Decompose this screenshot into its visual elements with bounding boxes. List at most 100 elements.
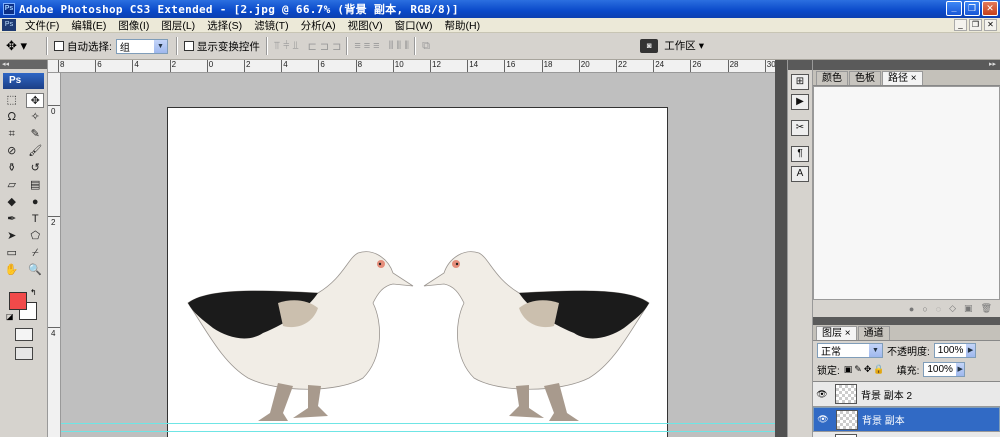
tab-layers[interactable]: 图层 × bbox=[816, 326, 857, 340]
eraser-tool-icon[interactable]: ▱ bbox=[3, 178, 21, 193]
panel-grip[interactable]: ▸▸ bbox=[813, 60, 1000, 70]
move-tool-icon[interactable]: ✥ bbox=[26, 93, 45, 108]
load-selection-icon[interactable]: ◌ bbox=[936, 304, 941, 314]
tab-swatches[interactable]: 色板 bbox=[849, 71, 881, 85]
lock-options-icons[interactable]: ▣✎✥🔒 bbox=[844, 364, 887, 375]
horizontal-guide[interactable] bbox=[61, 423, 775, 424]
tool-presets-icon[interactable]: ✂ bbox=[791, 120, 809, 136]
menu-view[interactable]: 视图(V) bbox=[342, 18, 389, 33]
restore-button[interactable]: ❐ bbox=[964, 1, 980, 16]
blend-mode-dropdown[interactable]: 正常 ▼ bbox=[817, 343, 883, 358]
auto-select-checkbox[interactable]: 自动选择: bbox=[54, 39, 112, 54]
horizontal-guide[interactable] bbox=[61, 431, 775, 432]
minimize-button[interactable]: _ bbox=[946, 1, 962, 16]
dodge-tool-icon[interactable]: ● bbox=[26, 195, 44, 210]
layers-panel-grip[interactable] bbox=[813, 317, 1000, 325]
auto-select-dropdown[interactable]: 组 ▼ bbox=[115, 38, 168, 54]
distribute-left-icon[interactable]: ⦀ bbox=[389, 40, 394, 53]
paths-panel-footer: ● ○ ◌ ◇ ▣ 🗑 bbox=[813, 300, 1000, 317]
doc-close-button[interactable]: ✕ bbox=[984, 19, 997, 31]
menu-file[interactable]: 文件(F) bbox=[19, 18, 65, 33]
delete-path-icon[interactable]: 🗑 bbox=[981, 303, 992, 314]
ps-menu-icon[interactable]: Ps bbox=[2, 19, 16, 31]
fill-path-icon[interactable]: ● bbox=[909, 304, 914, 314]
document-canvas[interactable] bbox=[167, 107, 668, 437]
default-colors-icon[interactable]: ◪ bbox=[6, 312, 14, 321]
tab-channels[interactable]: 通道 bbox=[857, 326, 890, 340]
path-selection-tool-icon[interactable]: ➤ bbox=[3, 229, 21, 244]
ruler-tick bbox=[206, 60, 208, 72]
move-tool-preset-icon[interactable]: ✥ ▾ bbox=[6, 36, 40, 56]
distribute-right-icon[interactable]: ⦀ bbox=[404, 40, 409, 53]
shape-tool-icon[interactable]: ⬠ bbox=[26, 229, 44, 244]
align-bottom-icon[interactable]: ⫫ bbox=[292, 40, 298, 53]
menu-select[interactable]: 选择(S) bbox=[201, 18, 248, 33]
align-left-icon[interactable]: ⊏ bbox=[308, 40, 317, 53]
screen-mode-icon[interactable] bbox=[15, 347, 33, 360]
hand-tool-icon[interactable]: ✋ bbox=[3, 263, 21, 278]
marquee-tool-icon[interactable]: ⬚ bbox=[3, 93, 21, 108]
menu-analysis[interactable]: 分析(A) bbox=[295, 18, 342, 33]
menu-window[interactable]: 窗口(W) bbox=[389, 18, 439, 33]
ruler-tick bbox=[653, 60, 655, 72]
menu-filter[interactable]: 滤镜(T) bbox=[248, 18, 294, 33]
character-panel-icon[interactable]: A bbox=[791, 166, 809, 182]
align-hcenter-icon[interactable]: ⊐ bbox=[320, 40, 329, 53]
close-button[interactable]: ✕ bbox=[982, 1, 998, 16]
menu-image[interactable]: 图像(I) bbox=[112, 18, 155, 33]
swap-colors-icon[interactable]: ↰ bbox=[30, 288, 37, 297]
visibility-eye-icon[interactable]: 👁 bbox=[813, 389, 831, 400]
layer-row-selected[interactable]: 👁 背景 副本 bbox=[813, 407, 1000, 432]
toolbox-grip[interactable]: ◂◂ bbox=[0, 60, 47, 69]
stroke-path-icon[interactable]: ○ bbox=[922, 304, 927, 314]
doc-restore-button[interactable]: ❐ bbox=[969, 19, 982, 31]
foreground-color-swatch[interactable] bbox=[9, 292, 27, 310]
visibility-eye-icon[interactable]: 👁 bbox=[814, 414, 832, 425]
menu-layer[interactable]: 图层(L) bbox=[155, 18, 201, 33]
notes-tool-icon[interactable]: ▭ bbox=[3, 246, 21, 261]
magic-wand-tool-icon[interactable]: ✧ bbox=[26, 110, 44, 125]
healing-brush-tool-icon[interactable]: ⊘ bbox=[3, 144, 21, 159]
align-top-icon[interactable]: ⫪ bbox=[274, 40, 280, 53]
opacity-field[interactable]: 100% ▶ bbox=[933, 343, 976, 358]
blur-tool-icon[interactable]: ◆ bbox=[3, 195, 21, 210]
quick-mask-icon[interactable] bbox=[15, 328, 33, 341]
tab-color[interactable]: 颜色 bbox=[816, 71, 848, 85]
slice-tool-icon[interactable]: ✎ bbox=[26, 127, 44, 142]
brush-tool-icon[interactable]: 🖌 bbox=[26, 144, 44, 159]
gradient-tool-icon[interactable]: ▤ bbox=[26, 178, 44, 193]
history-panel-icon[interactable]: ⊞ bbox=[791, 74, 809, 90]
doc-minimize-button[interactable]: _ bbox=[954, 19, 967, 31]
pen-tool-icon[interactable]: ✒ bbox=[3, 212, 21, 227]
history-brush-tool-icon[interactable]: ↺ bbox=[26, 161, 44, 176]
menu-edit[interactable]: 编辑(E) bbox=[65, 18, 112, 33]
workspace-menu[interactable]: 工作区 ▾ bbox=[664, 38, 704, 53]
show-transform-checkbox[interactable]: 显示变换控件 bbox=[183, 39, 260, 54]
paragraph-panel-icon[interactable]: ¶ bbox=[791, 146, 809, 162]
make-path-icon[interactable]: ◇ bbox=[949, 303, 956, 314]
eyedropper-tool-icon[interactable]: ⌿ bbox=[26, 246, 44, 261]
tab-paths[interactable]: 路径 × bbox=[882, 71, 923, 85]
auto-align-button[interactable]: ⧉ bbox=[422, 40, 430, 53]
layer-row[interactable]: 👁 背景 副本 2 bbox=[813, 382, 1000, 407]
distribute-vcenter-icon[interactable]: ≡ bbox=[364, 40, 371, 53]
distribute-hcenter-icon[interactable]: ⦀ bbox=[396, 40, 401, 53]
menu-help[interactable]: 帮助(H) bbox=[439, 18, 487, 33]
align-right-icon[interactable]: ⊐ bbox=[332, 40, 341, 53]
show-transform-box[interactable] bbox=[183, 41, 194, 51]
bridge-camera-icon[interactable]: ◙ bbox=[640, 38, 659, 53]
lasso-tool-icon[interactable]: ᘯ bbox=[3, 110, 21, 125]
distribute-bottom-icon[interactable]: ≡ bbox=[373, 40, 380, 53]
type-tool-icon[interactable]: T bbox=[26, 212, 44, 227]
distribute-top-icon[interactable]: ≡ bbox=[354, 40, 361, 53]
clone-stamp-tool-icon[interactable]: ⚱ bbox=[3, 161, 21, 176]
fill-field[interactable]: 100% ▶ bbox=[923, 362, 966, 377]
crop-tool-icon[interactable]: ⌗ bbox=[3, 127, 21, 142]
auto-select-box[interactable] bbox=[54, 41, 64, 51]
align-vcenter-icon[interactable]: ⫩ bbox=[283, 40, 289, 53]
actions-panel-icon[interactable]: ▶ bbox=[791, 94, 809, 110]
dock-divider[interactable] bbox=[775, 60, 787, 437]
new-path-icon[interactable]: ▣ bbox=[964, 303, 973, 314]
layer-row[interactable]: 👁 背景 🔒 bbox=[813, 432, 1000, 437]
zoom-tool-icon[interactable]: 🔍 bbox=[26, 263, 44, 278]
